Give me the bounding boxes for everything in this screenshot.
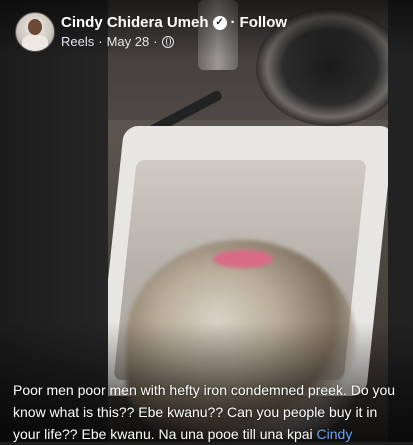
meta-separator: · (98, 34, 103, 49)
post-caption: Poor men poor men with hefty iron condem… (13, 379, 405, 445)
author-row: Cindy Chidera Umeh ✓ · Follow (61, 14, 287, 31)
verified-badge-icon: ✓ (212, 15, 227, 30)
post-meta: Reels · May 28 · (61, 34, 174, 49)
post-source[interactable]: Reels (61, 34, 94, 49)
avatar-face (28, 19, 42, 35)
avatar-body (22, 35, 48, 51)
meta-separator-2: · (153, 34, 158, 49)
avatar[interactable] (15, 12, 55, 52)
follow-button[interactable]: Follow (240, 14, 288, 31)
separator-dot: · (230, 14, 236, 31)
post-header: Cindy Chidera Umeh ✓ · Follow Reels · Ma… (0, 0, 413, 58)
post-date[interactable]: May 28 (107, 34, 150, 49)
reel-video[interactable] (0, 0, 413, 442)
globe-icon[interactable] (161, 35, 174, 48)
pink-collar (213, 250, 273, 268)
caption-mention-link[interactable]: Cindy (317, 426, 353, 442)
author-name[interactable]: Cindy Chidera Umeh (61, 14, 209, 31)
